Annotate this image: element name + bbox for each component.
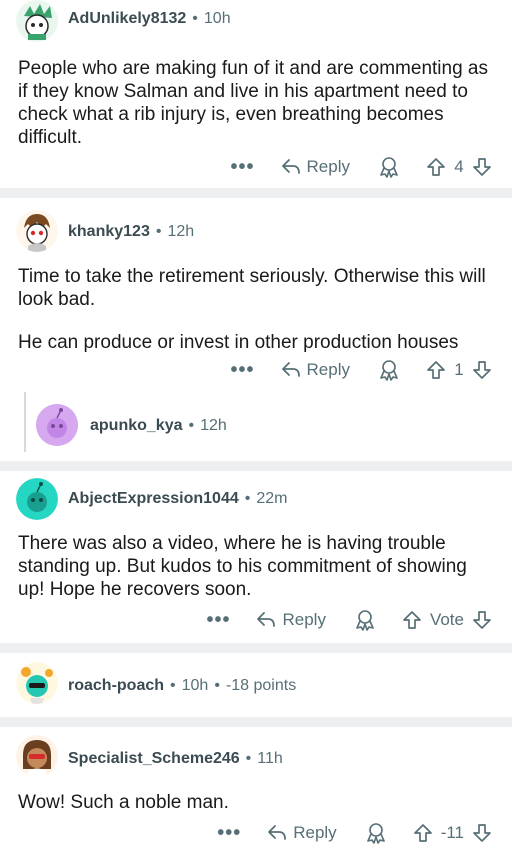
vote-score: -11 bbox=[440, 823, 464, 842]
comment-meta: roach-poach • 10h • -18 points bbox=[68, 677, 297, 694]
comment-body: People who are making fun of it and are … bbox=[18, 57, 494, 149]
comment-meta: AdUnlikely8132 • 10h bbox=[68, 10, 231, 27]
comment-5: Specialist_Scheme246 • 11h Wow! Such a nob… bbox=[0, 727, 512, 853]
comment-4-collapsed[interactable]: roach-poach • 10h • -18 points bbox=[0, 653, 512, 717]
reply-meta: apunko_kya • 12h bbox=[90, 417, 227, 434]
timestamp: 11h bbox=[257, 750, 283, 767]
more-options-icon[interactable]: ••• bbox=[231, 157, 255, 177]
comment-actions: ••• Reply Vote bbox=[206, 606, 492, 634]
downvote-arrow-icon[interactable] bbox=[472, 610, 492, 630]
reply-arrow-icon bbox=[281, 362, 300, 377]
reply-label: Reply bbox=[282, 610, 326, 629]
reply-button[interactable]: Reply bbox=[256, 610, 326, 630]
comment-divider bbox=[0, 643, 512, 653]
reply-label: Reply bbox=[306, 360, 350, 379]
vote-score: 1 bbox=[454, 360, 464, 379]
thread-line bbox=[24, 392, 26, 452]
comment-3: AbjectExpression1044 • 22m There was also … bbox=[0, 471, 512, 643]
avatar[interactable] bbox=[16, 478, 58, 520]
comment-paragraph: Time to take the retirement seriously. O… bbox=[18, 266, 486, 310]
comment-meta: Specialist_Scheme246 • 11h bbox=[68, 750, 283, 767]
more-options-icon[interactable]: ••• bbox=[217, 823, 241, 843]
comment-meta: khanky123 • 12h bbox=[68, 223, 195, 240]
reply-arrow-icon bbox=[268, 825, 287, 840]
comment-divider bbox=[0, 188, 512, 198]
vote-score: 4 bbox=[454, 157, 464, 176]
comment-paragraph: Wow! Such a noble man. bbox=[18, 792, 229, 813]
reply-label: Reply bbox=[293, 823, 337, 842]
reply-button[interactable]: Reply bbox=[281, 360, 350, 380]
downvote-arrow-icon[interactable] bbox=[472, 823, 492, 843]
reply-button[interactable]: Reply bbox=[281, 157, 350, 177]
award-icon[interactable] bbox=[378, 156, 400, 178]
downvote-arrow-icon[interactable] bbox=[472, 360, 492, 380]
comment-body: There was also a video, where he is havi… bbox=[18, 532, 494, 601]
username[interactable]: khanky123 bbox=[68, 223, 150, 240]
vote-controls: 1 bbox=[426, 360, 492, 380]
username[interactable]: AdUnlikely8132 bbox=[68, 10, 186, 27]
vote-controls: 4 bbox=[426, 157, 492, 177]
comment-actions: ••• Reply 4 bbox=[231, 153, 492, 181]
comment-2: khanky123 • 12h Time to take the retiremen… bbox=[0, 198, 512, 461]
award-icon[interactable] bbox=[354, 609, 376, 631]
comment-body: Wow! Such a noble man. bbox=[18, 791, 494, 814]
comment-actions: ••• Reply -11 bbox=[217, 819, 492, 847]
timestamp: 10h bbox=[181, 677, 209, 694]
comment-meta: AbjectExpression1044 • 22m bbox=[68, 490, 288, 507]
comment-body: Time to take the retirement seriously. O… bbox=[18, 265, 494, 354]
upvote-arrow-icon[interactable] bbox=[413, 823, 433, 843]
upvote-arrow-icon[interactable] bbox=[426, 360, 446, 380]
avatar[interactable] bbox=[16, 662, 58, 704]
more-options-icon[interactable]: ••• bbox=[231, 360, 255, 380]
timestamp: 22m bbox=[256, 490, 288, 507]
comment-divider bbox=[0, 461, 512, 471]
username[interactable]: apunko_kya bbox=[90, 417, 182, 434]
upvote-arrow-icon[interactable] bbox=[402, 610, 422, 630]
downvote-arrow-icon[interactable] bbox=[472, 157, 492, 177]
vote-controls: Vote bbox=[402, 610, 492, 630]
award-icon[interactable] bbox=[378, 359, 400, 381]
avatar[interactable] bbox=[36, 404, 78, 446]
timestamp: 10h bbox=[203, 10, 231, 27]
points: -18 points bbox=[225, 677, 297, 694]
vote-controls: -11 bbox=[413, 823, 492, 843]
avatar[interactable] bbox=[16, 735, 58, 777]
avatar[interactable] bbox=[16, 210, 58, 252]
username[interactable]: AbjectExpression1044 bbox=[68, 490, 239, 507]
comment-paragraph: There was also a video, where he is havi… bbox=[18, 533, 467, 600]
reply-label: Reply bbox=[306, 157, 350, 176]
reply-arrow-icon bbox=[281, 159, 300, 174]
timestamp: 12h bbox=[200, 417, 227, 434]
comment-1: AdUnlikely8132 • 10h People who are making… bbox=[0, 0, 512, 188]
timestamp: 12h bbox=[167, 223, 195, 240]
username[interactable]: roach-poach bbox=[68, 677, 164, 694]
award-icon[interactable] bbox=[365, 822, 387, 844]
more-options-icon[interactable]: ••• bbox=[206, 610, 230, 630]
reply-button[interactable]: Reply bbox=[267, 823, 337, 843]
avatar[interactable] bbox=[16, 0, 58, 42]
vote-label: Vote bbox=[429, 610, 464, 629]
upvote-arrow-icon[interactable] bbox=[426, 157, 446, 177]
comment-actions: ••• Reply 1 bbox=[231, 356, 492, 384]
comment-paragraph: He can produce or invest in other produc… bbox=[18, 332, 459, 353]
reply-arrow-icon bbox=[257, 612, 276, 627]
comment-divider bbox=[0, 717, 512, 727]
comment-paragraph: People who are making fun of it and are … bbox=[18, 58, 488, 148]
username[interactable]: Specialist_Scheme246 bbox=[68, 750, 240, 767]
